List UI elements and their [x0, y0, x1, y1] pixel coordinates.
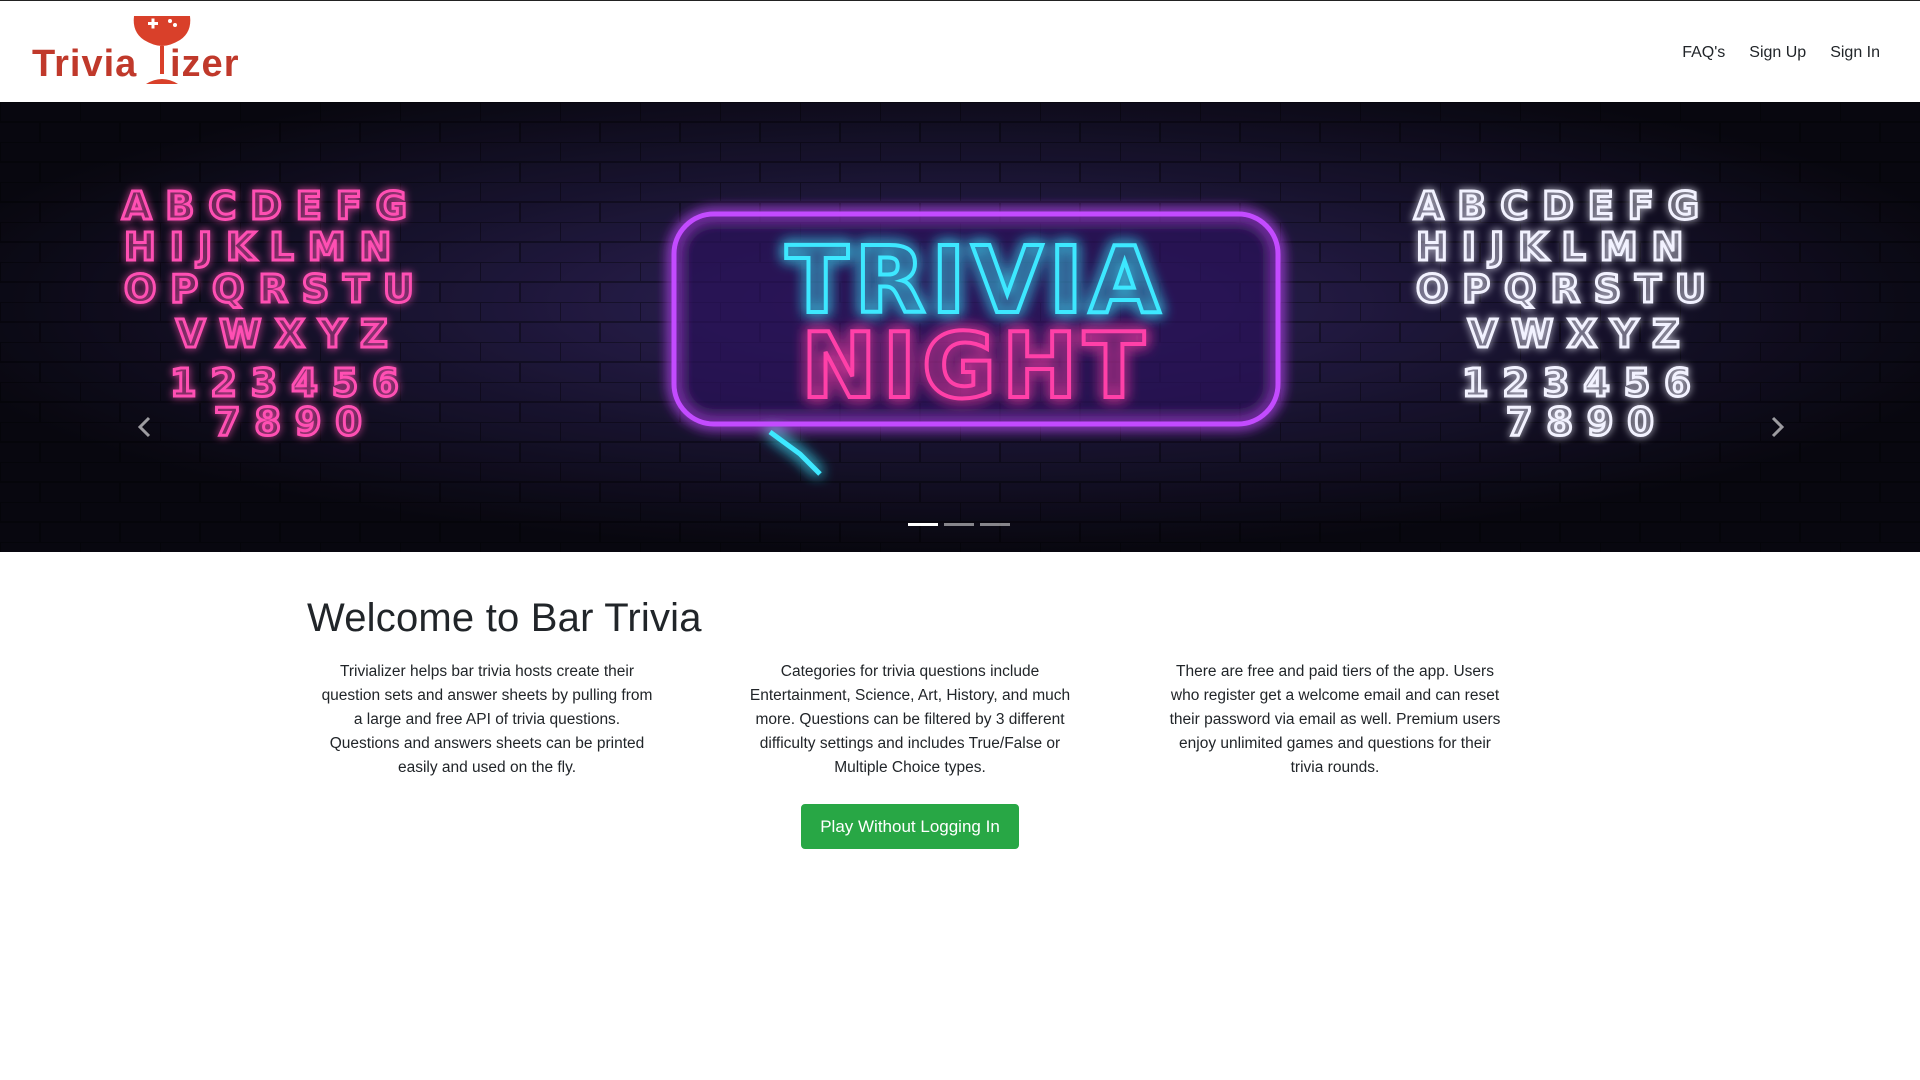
nav-links: FAQ's Sign Up Sign In	[1670, 44, 1890, 62]
carousel-indicator-2[interactable]	[944, 523, 974, 526]
carousel-indicators	[908, 523, 1010, 526]
hero-carousel[interactable]: ABCDEFG HIJKLMN OPQRSTU VWXYZ 123456 789…	[0, 102, 1920, 552]
carousel-slide-image: ABCDEFG HIJKLMN OPQRSTU VWXYZ 123456 789…	[0, 102, 1920, 552]
nav-faqs[interactable]: FAQ's	[1670, 44, 1737, 62]
carousel-indicator-1[interactable]	[908, 523, 938, 526]
nav-sign-in[interactable]: Sign In	[1818, 44, 1890, 62]
right-letter-row: HIJKLMN	[1416, 225, 1697, 269]
right-letter-row: OPQRSTU	[1416, 267, 1720, 311]
brand-logo[interactable]: Trivia izer	[30, 12, 250, 92]
nav-sign-up[interactable]: Sign Up	[1737, 44, 1818, 62]
feature-text-about: Trivializer helps bar trivia hosts creat…	[321, 663, 653, 776]
play-without-login-button[interactable]: Play Without Logging In	[801, 804, 1019, 849]
left-letter-row: HIJKLMN	[124, 225, 405, 269]
right-letter-row: ABCDEFG	[1414, 184, 1713, 228]
right-letter-row: 7890	[1506, 400, 1668, 444]
sign-line-night: NIGHT	[801, 314, 1150, 419]
left-letter-row: OPQRSTU	[124, 267, 428, 311]
feature-text-tiers: There are free and paid tiers of the app…	[1169, 663, 1501, 776]
left-letter-row: VWXYZ	[176, 312, 402, 356]
navbar: Trivia izer FAQ's Sign Up Sign In	[0, 1, 1920, 102]
left-letter-row: ABCDEFG	[122, 184, 421, 228]
right-letter-row: VWXYZ	[1468, 312, 1694, 356]
brand-text-left: Trivia	[32, 43, 137, 85]
wine-glass-gamepad-logo: Trivia izer	[32, 15, 239, 85]
feature-text-categories: Categories for trivia questions include …	[749, 663, 1071, 776]
chevron-left-icon	[137, 416, 151, 438]
brand-text-right: izer	[170, 43, 239, 85]
left-letter-row: 7890	[214, 400, 376, 444]
chevron-right-icon	[1771, 416, 1785, 438]
left-letter-row: 123456	[170, 361, 413, 405]
carousel-prev-button[interactable]	[132, 412, 156, 442]
right-letter-row: 123456	[1462, 361, 1705, 405]
carousel-indicator-3[interactable]	[980, 523, 1010, 526]
page-title: Welcome to Bar Trivia	[307, 596, 702, 640]
carousel-next-button[interactable]	[1766, 412, 1790, 442]
